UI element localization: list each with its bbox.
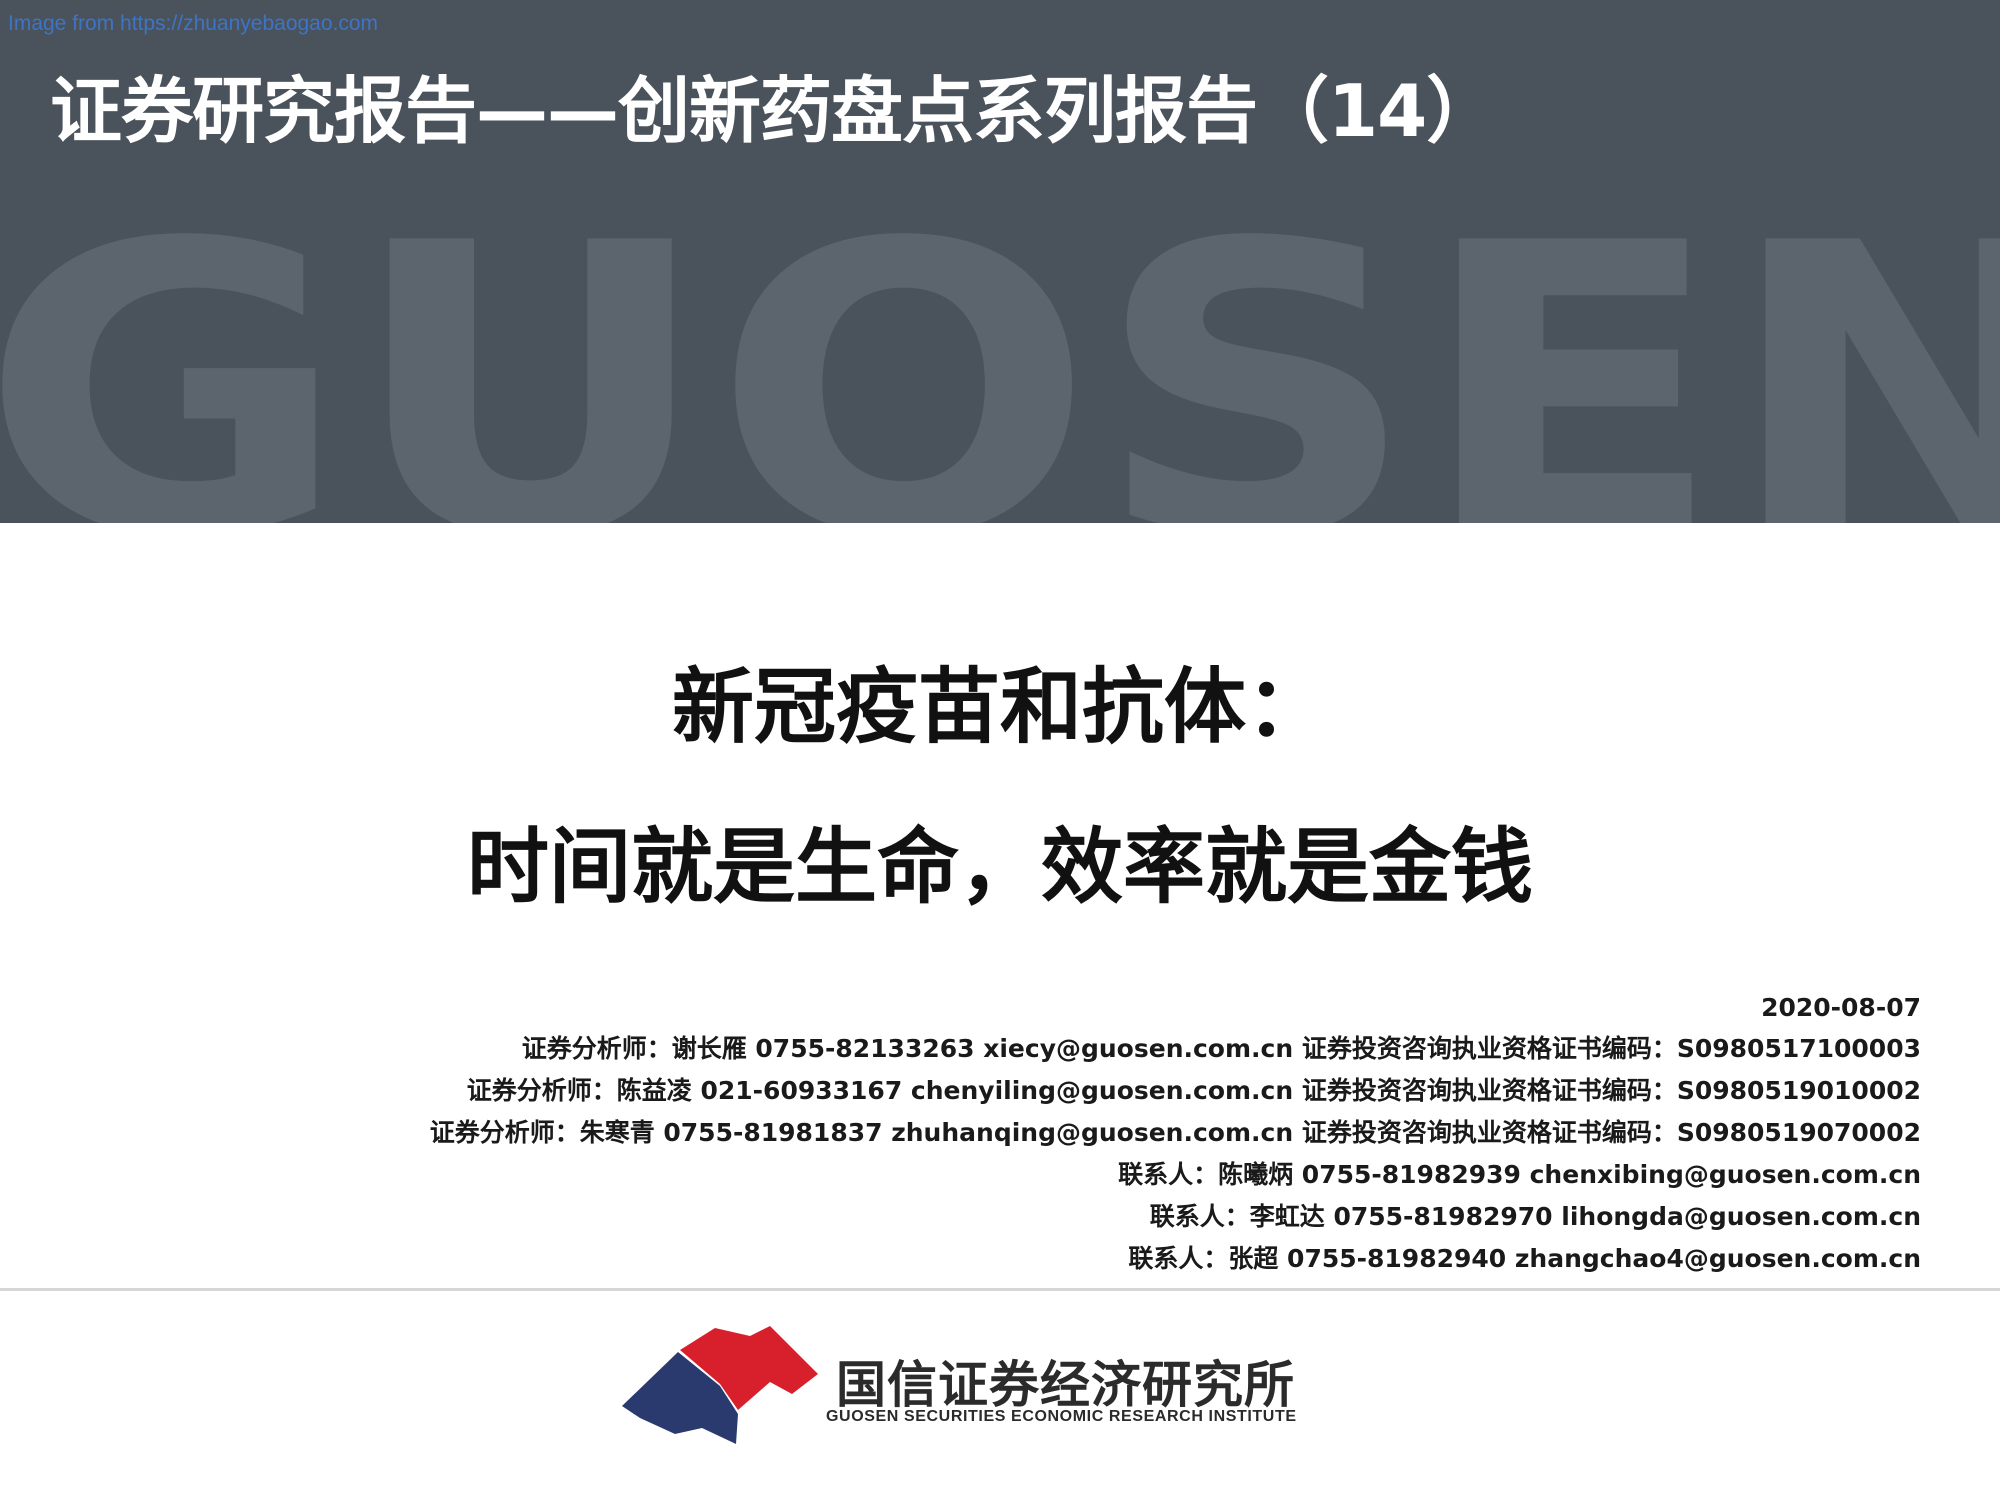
- guosen-watermark-text: GUOSEN: [0, 212, 2000, 523]
- analyst-row: 证券分析师：陈益凌 021-60933167 chenyiling@guosen…: [466, 1076, 1921, 1105]
- guosen-logo-icon: [622, 1326, 818, 1444]
- analyst-row: 证券分析师：朱寒青 0755-81981837 zhuhanqing@guose…: [429, 1118, 1921, 1147]
- analyst-row: 证券分析师：谢长雁 0755-82133263 xiecy@guosen.com…: [521, 1034, 1921, 1063]
- institute-name-cn: 国信证券经济研究所: [836, 1356, 1295, 1414]
- source-watermark-url: Image from https://zhuanyebaogao.com: [8, 12, 379, 35]
- author-info-block: 2020-08-07 证券分析师：谢长雁 0755-82133263 xiecy…: [430, 988, 1921, 1280]
- report-series-title: 证券研究报告——创新药盘点系列报告（14）: [50, 69, 1498, 153]
- contact-row: 联系人：李虹达 0755-81982970 lihongda@guosen.co…: [1149, 1202, 1921, 1231]
- header-banner: GUOSEN Image from https://zhuanyebaogao.…: [0, 0, 2000, 523]
- report-title-line-2: 时间就是生命，效率就是金钱: [466, 819, 1533, 915]
- institute-name-en: GUOSEN SECURITIES ECONOMIC RESEARCH INST…: [826, 1408, 1297, 1425]
- guosen-watermark: GUOSEN: [0, 212, 2000, 523]
- report-date: 2020-08-07: [1761, 993, 1921, 1022]
- contact-row: 联系人：陈曦炳 0755-81982939 chenxibing@guosen.…: [1118, 1160, 1921, 1189]
- report-title-line-1: 新冠疫苗和抗体：: [671, 659, 1328, 755]
- contact-row: 联系人：张超 0755-81982940 zhangchao4@guosen.c…: [1128, 1244, 1921, 1273]
- footer-divider: [0, 1288, 2000, 1291]
